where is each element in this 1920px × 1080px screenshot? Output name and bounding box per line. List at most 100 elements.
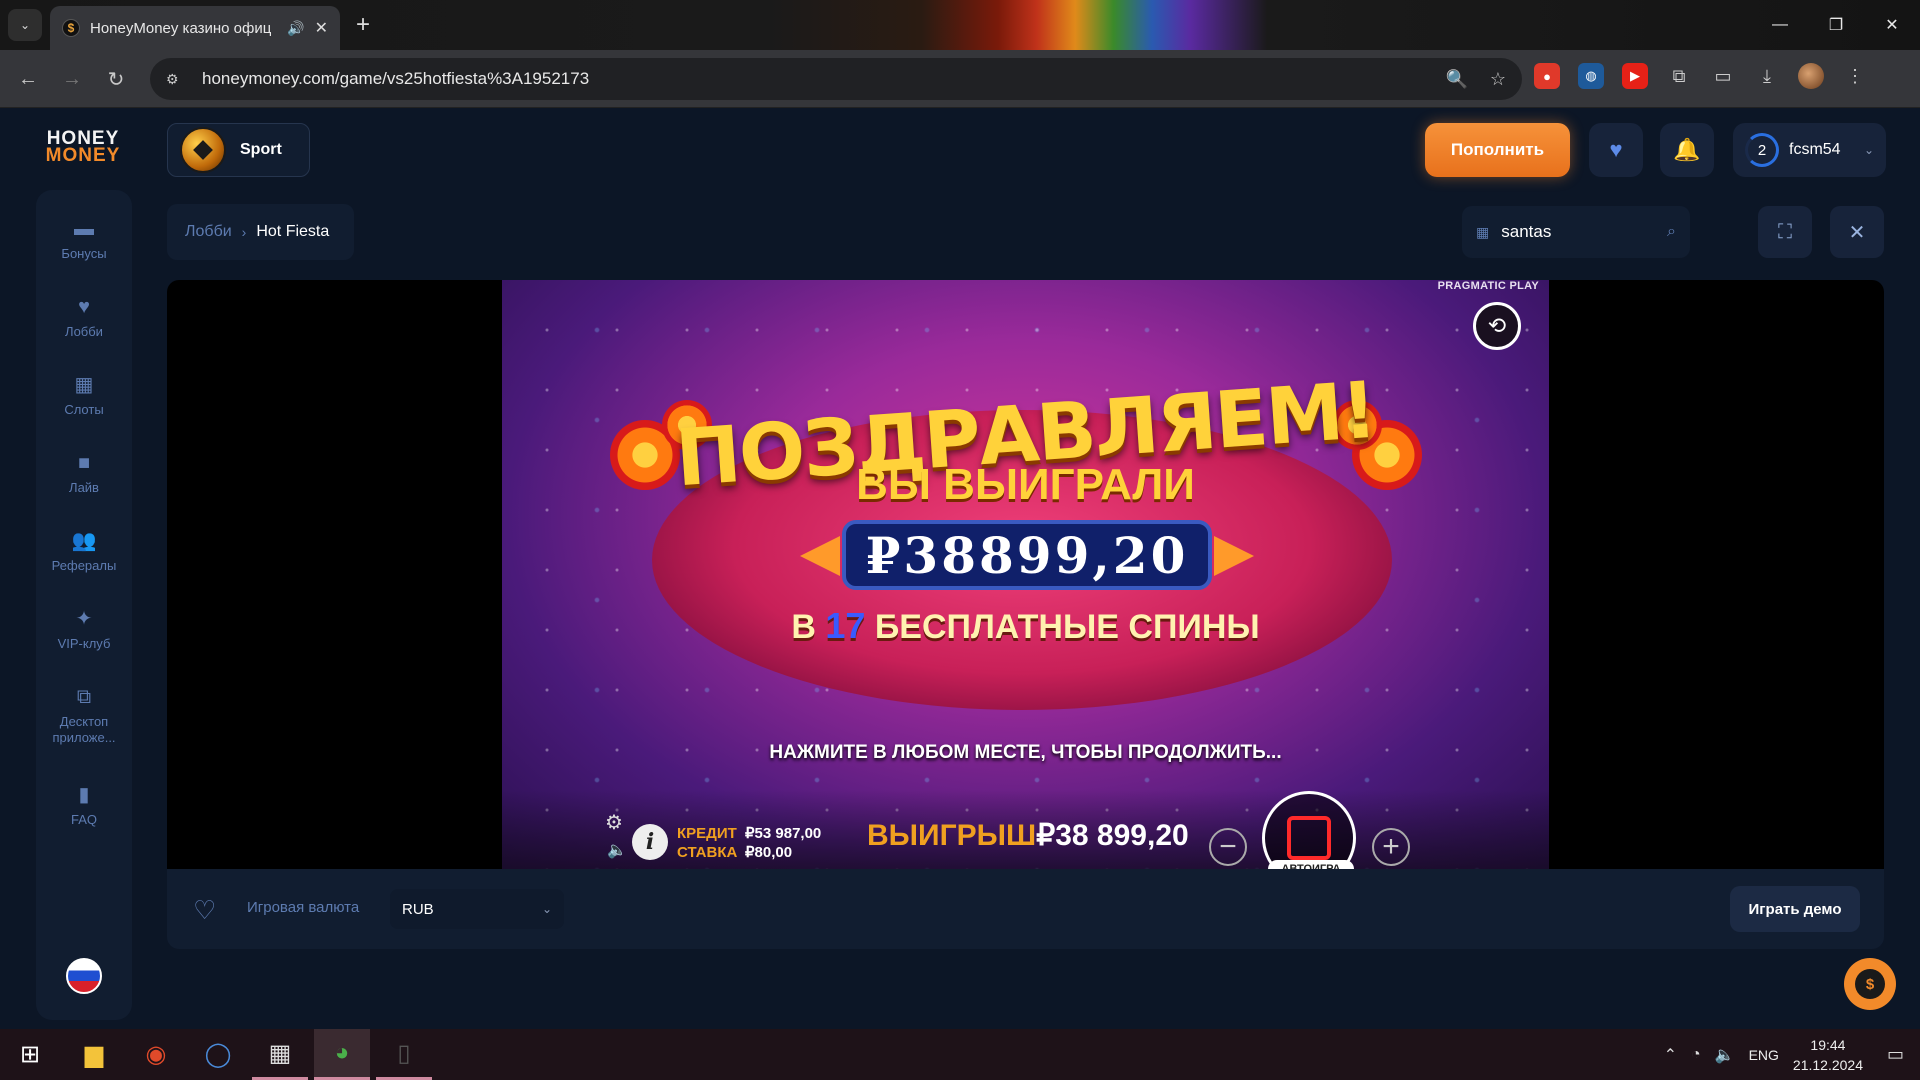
sidebar-item-label: Десктоп приложе... [52, 714, 116, 745]
more-menu-icon[interactable]: ⋮ [1842, 63, 1868, 89]
win-value: ₽38 899,20 [1036, 819, 1189, 852]
currency-select[interactable]: RUB ⌄ [390, 889, 564, 929]
credit-bet-panel: КРЕДИТ ₽53 987,00 СТАВКА ₽80,00 [677, 824, 821, 862]
youtube-extension-icon[interactable]: ▶ [1622, 63, 1648, 89]
new-tab-button[interactable]: + [348, 10, 378, 40]
win-label: ВЫИГРЫШ [867, 819, 1037, 852]
notifications-bell-icon[interactable]: 🔔 [1660, 123, 1714, 177]
chevron-up-icon[interactable]: ⌃ [1664, 1045, 1677, 1065]
game-frame: PRAGMATIC PLAY ⟲ ПОЗДРАВЛЯЕМ! ВЫ ВЫИГРАЛ… [167, 280, 1884, 869]
replay-icon[interactable]: ⟲ [1473, 302, 1521, 350]
tab-search-button[interactable]: ⌄ [8, 9, 42, 41]
omnibox[interactable]: ⚙ honeymoney.com/game/vs25hotfiesta%3A19… [150, 58, 1522, 100]
deposit-button[interactable]: Пополнить [1425, 123, 1570, 177]
chevron-down-icon: ⌄ [541, 902, 552, 916]
back-arrow-icon[interactable]: ← [14, 65, 42, 93]
favorite-heart-icon[interactable]: ♡ [193, 895, 216, 926]
sidebar-item-vip[interactable]: ✦ VIP-клуб [36, 608, 132, 652]
minimize-icon[interactable]: — [1752, 0, 1808, 50]
speaker-icon[interactable]: 🔊 [287, 20, 304, 37]
language-indicator[interactable]: ENG [1749, 1047, 1779, 1063]
sidebar-item-desktop-app[interactable]: ⧉ Десктоп приложе... [36, 686, 132, 746]
sparkles-icon: ✦ [75, 608, 93, 630]
heart-icon: ♥ [78, 296, 90, 318]
forward-arrow-icon[interactable]: → [58, 65, 86, 93]
record-extension-icon[interactable]: ● [1534, 63, 1560, 89]
game-search[interactable]: ▦ santas ⌕ [1462, 206, 1690, 258]
user-menu[interactable]: 2 fcsm54 ⌄ [1733, 123, 1886, 177]
document-icon: ▮ [78, 784, 90, 806]
free-spins-text: В 17 БЕСПЛАТНЫЕ СПИНЫ [502, 605, 1549, 647]
download-icon[interactable]: ⤓ [1754, 63, 1780, 89]
color-app-icon[interactable]: ◉ [128, 1029, 184, 1080]
chevron-down-icon: ⌄ [1863, 143, 1874, 157]
zoom-icon[interactable]: 🔍 [1445, 69, 1467, 90]
volume-icon[interactable]: 🔈 [1715, 1045, 1735, 1065]
profile-avatar[interactable] [1798, 63, 1824, 89]
users-icon: 👥 [71, 530, 97, 552]
cortana-icon[interactable]: ◯ [190, 1029, 246, 1080]
calculator-icon[interactable]: ▦ [252, 1029, 308, 1080]
close-game-icon[interactable]: ✕ [1830, 206, 1884, 258]
file-explorer-icon[interactable]: ▆ [66, 1029, 122, 1080]
currency-label: Игровая валюта [247, 899, 360, 916]
vpn-extension-icon[interactable]: ◍ [1578, 63, 1604, 89]
sidebar-item-referrals[interactable]: 👥 Рефералы [36, 530, 132, 574]
reload-icon[interactable]: ↻ [102, 65, 130, 93]
chevron-right-icon: › [241, 224, 247, 240]
play-demo-button[interactable]: Играть демо [1730, 886, 1860, 932]
grid-icon: ▦ [1476, 223, 1490, 240]
window-controls: — ❐ ✕ [1752, 0, 1920, 50]
sound-icon[interactable]: 🔈 [607, 840, 627, 860]
decrease-bet-button[interactable]: − [1209, 828, 1247, 866]
info-icon[interactable]: i [632, 824, 668, 860]
windows-start-icon[interactable]: ⊞ [2, 1029, 58, 1080]
wifi-icon[interactable]: ◔ [1691, 1046, 1701, 1064]
sidebar-item-label: Рефералы [51, 558, 117, 573]
search-input[interactable]: santas [1501, 222, 1655, 242]
game-canvas[interactable]: PRAGMATIC PLAY ⟲ ПОЗДРАВЛЯЕМ! ВЫ ВЫИГРАЛ… [502, 280, 1549, 869]
favorites-heart-icon[interactable]: ♥ [1589, 123, 1643, 177]
sidebar-item-lobby[interactable]: ♥ Лобби [36, 296, 132, 340]
settings-gear-icon[interactable]: ⚙ [605, 810, 623, 835]
sport-button[interactable]: Sport [167, 123, 310, 177]
sidebar-item-bonuses[interactable]: ▬ Бонусы [36, 218, 132, 262]
logo-line-2: MONEY [45, 145, 121, 166]
fullscreen-icon[interactable]: ⛶ [1758, 206, 1812, 258]
browser-tab-bar: ⌄ $ HoneyMoney казино офиц 🔊 ✕ + — ❐ ✕ [0, 0, 1920, 50]
puzzle-icon[interactable]: ⧉ [1666, 63, 1692, 89]
bookmark-star-icon[interactable]: ☆ [1490, 69, 1506, 90]
sidebar-item-live[interactable]: ■ Лайв [36, 452, 132, 496]
level-badge: 2 [1745, 133, 1779, 167]
language-flag-ru[interactable] [66, 958, 102, 994]
stop-icon [1287, 816, 1331, 860]
breadcrumb-lobby-link[interactable]: Лобби [185, 223, 232, 241]
spin-button[interactable] [1262, 791, 1356, 869]
free-spins-count: 17 [825, 605, 866, 646]
tab-close-icon[interactable]: ✕ [315, 18, 328, 38]
restore-icon[interactable]: ❐ [1808, 0, 1864, 50]
browser-tab[interactable]: $ HoneyMoney казино офиц 🔊 ✕ [50, 6, 340, 50]
breadcrumb: Лобби › Hot Fiesta [167, 204, 354, 260]
clock-date: 21.12.2024 [1792, 1056, 1863, 1073]
increase-bet-button[interactable]: + [1372, 828, 1410, 866]
url-text[interactable]: honeymoney.com/game/vs25hotfiesta%3A1952… [202, 69, 1423, 89]
support-chat-button[interactable]: $ [1844, 958, 1896, 1010]
mouse-app-icon[interactable]: ▯ [376, 1029, 432, 1080]
sidebar-item-label: FAQ [70, 812, 97, 827]
chrome-icon[interactable]: ◕ [314, 1029, 370, 1080]
sport-label: Sport [240, 141, 282, 158]
sidebar-item-slots[interactable]: ▦ Слоты [36, 374, 132, 418]
tab-title: HoneyMoney казино офиц [90, 19, 272, 37]
address-toolbar: ← → ↻ ⚙ honeymoney.com/game/vs25hotfiest… [0, 50, 1920, 108]
autoplay-button[interactable]: АВТОИГРА [1268, 860, 1354, 869]
sidebar-item-faq[interactable]: ▮ FAQ [36, 784, 132, 828]
window-close-icon[interactable]: ✕ [1864, 0, 1920, 50]
site-logo[interactable]: HONEY MONEY [40, 129, 126, 166]
search-icon[interactable]: ⌕ [1667, 223, 1676, 241]
cast-icon[interactable]: ▭ [1710, 63, 1736, 89]
notification-center-icon[interactable]: ▭ [1887, 1044, 1904, 1065]
site-info-icon[interactable]: ⚙ [166, 71, 188, 88]
soccer-ball-icon [180, 127, 226, 173]
clock[interactable]: 19:44 21.12.2024 [1793, 1035, 1863, 1075]
